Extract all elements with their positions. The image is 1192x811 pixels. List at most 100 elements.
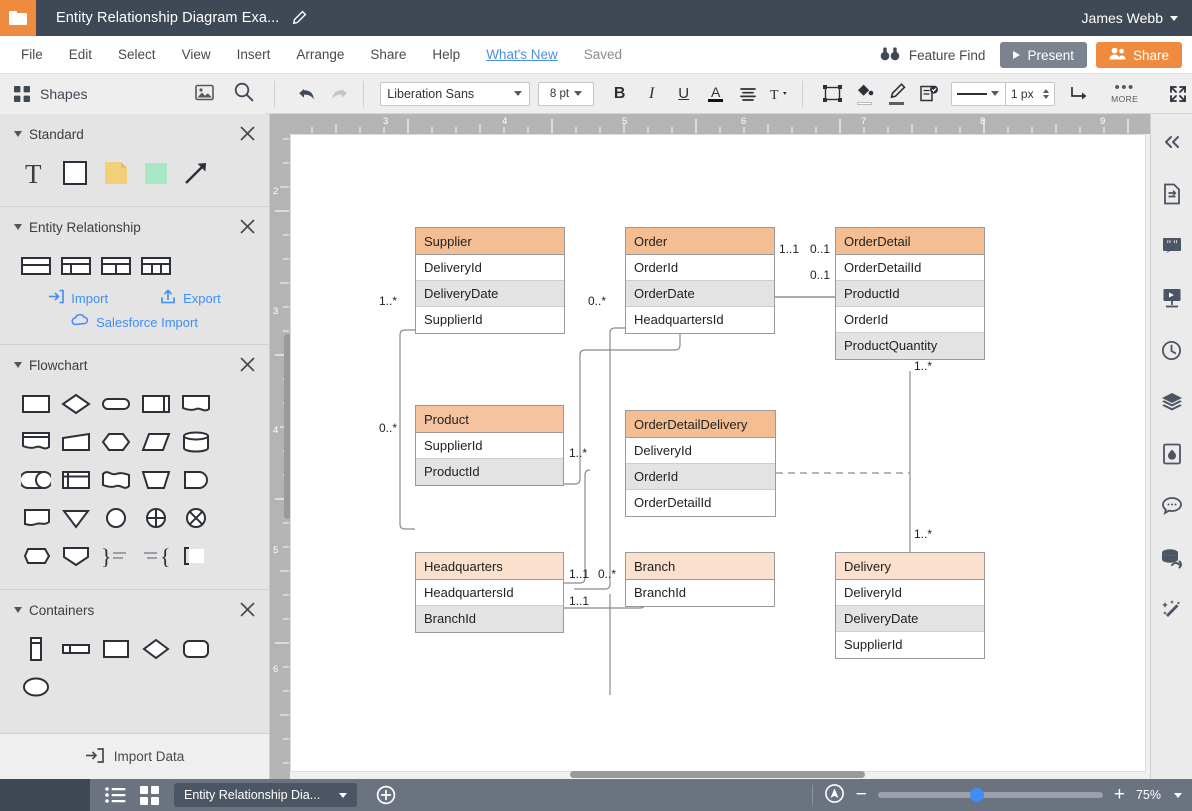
layers-icon[interactable] xyxy=(1154,380,1190,424)
menu-item-view[interactable]: View xyxy=(169,36,224,74)
close-icon[interactable] xyxy=(240,357,255,375)
menu-item-help[interactable]: Help xyxy=(419,36,473,74)
shape-entity-2col[interactable] xyxy=(96,247,136,285)
shape-outline-button[interactable] xyxy=(819,80,847,108)
shape-sticky-note[interactable] xyxy=(136,154,176,192)
shape-text-tool[interactable]: T xyxy=(16,154,56,192)
presentation-icon[interactable] xyxy=(1154,276,1190,320)
section-flowchart-header[interactable]: Flowchart xyxy=(0,345,269,385)
shape-bracket[interactable] xyxy=(176,537,216,575)
import-data-button[interactable]: Import Data xyxy=(0,733,269,779)
import-link[interactable]: Import xyxy=(48,289,108,307)
close-icon[interactable] xyxy=(240,219,255,237)
history-icon[interactable] xyxy=(1154,328,1190,372)
bold-button[interactable]: B xyxy=(606,80,634,108)
fill-color-button[interactable] xyxy=(851,80,879,108)
italic-button[interactable]: I xyxy=(638,80,666,108)
user-menu[interactable]: James Webb xyxy=(1082,0,1178,36)
canvas-area[interactable]: 3 4 5 6 7 8 9 xyxy=(270,114,1150,779)
list-view-icon[interactable] xyxy=(98,779,132,811)
line-style-select[interactable] xyxy=(951,82,1006,106)
fullscreen-button[interactable] xyxy=(1164,80,1192,108)
connector-button[interactable] xyxy=(1065,80,1093,108)
line-width-input[interactable]: 1 px xyxy=(1006,82,1055,106)
document-properties-icon[interactable] xyxy=(1154,172,1190,216)
shape-process-rect[interactable] xyxy=(16,385,56,423)
shape-rectangle[interactable] xyxy=(56,154,96,192)
section-containers-header[interactable]: Containers xyxy=(0,590,269,630)
shape-vertical-container[interactable] xyxy=(16,630,56,668)
entity-delivery[interactable]: Delivery DeliveryId DeliveryDate Supplie… xyxy=(835,552,985,659)
shape-paper-tape[interactable] xyxy=(96,461,136,499)
shape-rounded-container[interactable] xyxy=(176,630,216,668)
shape-display[interactable] xyxy=(176,461,216,499)
search-icon[interactable] xyxy=(234,82,254,105)
add-page-icon[interactable] xyxy=(369,779,403,811)
zoom-slider-thumb[interactable] xyxy=(970,788,984,802)
shape-connector-circle[interactable] xyxy=(96,499,136,537)
shape-delay[interactable] xyxy=(16,537,56,575)
shape-predefined-process[interactable] xyxy=(136,385,176,423)
shape-entity-2col-left[interactable] xyxy=(56,247,96,285)
shape-data-parallelogram[interactable] xyxy=(136,423,176,461)
entity-headquarters[interactable]: Headquarters HeadquartersId BranchId xyxy=(415,552,564,633)
shape-document[interactable] xyxy=(176,385,216,423)
more-button[interactable]: ••• MORE xyxy=(1103,83,1146,104)
magic-wand-icon[interactable] xyxy=(1154,588,1190,632)
menu-item-arrange[interactable]: Arrange xyxy=(283,36,357,74)
menu-item-edit[interactable]: Edit xyxy=(56,36,105,74)
pencil-icon[interactable] xyxy=(291,10,307,26)
page-tab[interactable]: Entity Relationship Dia... xyxy=(174,783,357,807)
line-color-button[interactable] xyxy=(883,80,911,108)
shape-manual-operation[interactable] xyxy=(136,461,176,499)
comments-icon[interactable] xyxy=(1154,484,1190,528)
undo-button[interactable] xyxy=(293,80,321,108)
whats-new-link[interactable]: What's New xyxy=(473,36,571,74)
entity-order[interactable]: Order OrderId OrderDate HeadquartersId xyxy=(625,227,775,334)
shape-brace-right[interactable]: } xyxy=(96,537,136,575)
menu-item-select[interactable]: Select xyxy=(105,36,169,74)
export-link[interactable]: Export xyxy=(160,289,221,307)
entity-orderdetaildelivery[interactable]: OrderDetailDelivery DeliveryId OrderId O… xyxy=(625,410,776,517)
shape-arrow[interactable] xyxy=(176,154,216,192)
shape-preparation-hexagon[interactable] xyxy=(96,423,136,461)
text-color-button[interactable]: A xyxy=(702,80,730,108)
zoom-in-button[interactable]: + xyxy=(1114,788,1125,802)
shape-options-button[interactable] xyxy=(915,80,943,108)
share-button[interactable]: Share xyxy=(1096,42,1182,68)
pointer-mode-icon[interactable] xyxy=(824,783,845,807)
shape-horizontal-container[interactable] xyxy=(56,630,96,668)
shape-merge-triangle[interactable] xyxy=(56,499,96,537)
font-size-select[interactable]: 8 pt xyxy=(538,82,593,106)
folder-button[interactable] xyxy=(0,0,36,36)
shape-decision-diamond[interactable] xyxy=(56,385,96,423)
zoom-level[interactable]: 75% xyxy=(1136,788,1182,802)
image-icon[interactable] xyxy=(195,84,214,104)
shapes-panel-tab[interactable]: Shapes xyxy=(0,74,266,114)
salesforce-import-link[interactable]: Salesforce Import xyxy=(71,314,198,330)
shape-entity-1col[interactable] xyxy=(16,247,56,285)
shape-internal-storage[interactable] xyxy=(56,461,96,499)
zoom-slider[interactable] xyxy=(878,792,1103,798)
entity-supplier[interactable]: Supplier DeliveryId DeliveryDate Supplie… xyxy=(415,227,565,334)
horizontal-scrollbar-thumb[interactable] xyxy=(570,771,865,778)
menu-item-insert[interactable]: Insert xyxy=(224,36,284,74)
present-button[interactable]: Present xyxy=(1000,42,1087,68)
document-title[interactable]: Entity Relationship Diagram Exa... xyxy=(56,10,279,26)
data-link-icon[interactable] xyxy=(1154,536,1190,580)
underline-button[interactable]: U xyxy=(670,80,698,108)
shape-entity-3col[interactable] xyxy=(136,247,176,285)
font-family-select[interactable]: Liberation Sans xyxy=(380,82,530,106)
menu-item-file[interactable]: File xyxy=(8,36,56,74)
menu-item-share[interactable]: Share xyxy=(357,36,419,74)
shape-summing-junction[interactable] xyxy=(136,499,176,537)
section-standard-header[interactable]: Standard xyxy=(0,114,269,154)
close-icon[interactable] xyxy=(240,602,255,620)
shape-direct-access-storage[interactable] xyxy=(16,461,56,499)
entity-orderdetail[interactable]: OrderDetail OrderDetailId ProductId Orde… xyxy=(835,227,985,360)
close-icon[interactable] xyxy=(240,126,255,144)
stepper-icon[interactable] xyxy=(1043,89,1049,99)
diagram-sheet[interactable]: Supplier DeliveryId DeliveryDate Supplie… xyxy=(290,134,1150,779)
diagram-page[interactable]: Supplier DeliveryId DeliveryDate Supplie… xyxy=(290,134,1146,772)
shape-database-cylinder[interactable] xyxy=(176,423,216,461)
